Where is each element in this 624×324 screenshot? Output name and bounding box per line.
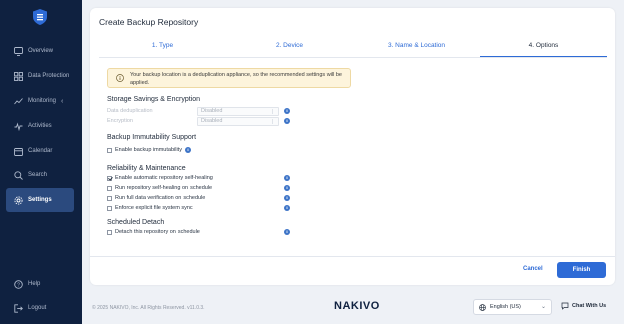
sidebar-item-monitoring[interactable]: Monitoring ‹: [6, 90, 74, 112]
sidebar-item-data-protection[interactable]: Data Protection: [6, 65, 74, 87]
logout-icon: [13, 303, 23, 313]
info-icon[interactable]: i: [284, 108, 290, 114]
detach-section-title: Scheduled Detach: [107, 219, 165, 226]
sidebar-item-label: Help: [28, 281, 41, 287]
footer-divider: [90, 256, 615, 257]
verification-row[interactable]: Run full data verification on schedule: [107, 194, 205, 202]
encryption-label: Encryption: [107, 118, 133, 124]
globe-icon: [479, 303, 486, 311]
schedule-link[interactable]: schedule: [183, 195, 205, 201]
self-healing-schedule-row[interactable]: Run repository self-healing on schedule: [107, 184, 212, 192]
wizard-steps: 1. Type 2. Device 3. Name & Location 4. …: [99, 41, 607, 58]
dedup-label: Data deduplication: [107, 108, 153, 114]
info-icon[interactable]: i: [284, 195, 290, 201]
sidebar-item-label: Data Protection: [28, 73, 70, 79]
fs-sync-label: Enforce explicit file system sync: [115, 205, 193, 211]
help-icon: ?: [13, 279, 23, 289]
monitor-icon: [13, 46, 23, 56]
sidebar-item-overview[interactable]: Overview: [6, 40, 74, 62]
steps-divider: [99, 57, 607, 58]
immutability-checkbox-row[interactable]: Enable backup immutability i: [107, 146, 191, 154]
language-value: English (US): [490, 304, 521, 310]
self-healing-row[interactable]: Enable automatic repository self-healing: [107, 174, 213, 182]
dedup-value: Disabled: [201, 108, 223, 114]
self-healing-schedule-label: Run repository self-healing on: [115, 185, 189, 191]
detach-row[interactable]: Detach this repository on schedule: [107, 228, 200, 236]
sidebar-item-label: Search: [28, 172, 48, 178]
sidebar-item-label: Overview: [28, 48, 54, 54]
info-circle-icon: [116, 74, 124, 82]
sidebar: Overview Data Protection Monitoring ‹ Ac…: [0, 0, 82, 324]
self-healing-label: Enable automatic repository self-healing: [115, 175, 213, 181]
immutability-section-title: Backup Immutability Support: [107, 134, 197, 141]
detach-checkbox[interactable]: [107, 229, 112, 235]
notice-banner: Your backup location is a deduplication …: [107, 68, 351, 88]
fs-sync-checkbox[interactable]: [107, 205, 112, 211]
svg-text:?: ?: [17, 282, 20, 288]
sidebar-item-label: Logout: [28, 305, 47, 311]
chat-label: Chat With Us: [572, 303, 607, 309]
sidebar-item-settings[interactable]: Settings: [6, 188, 74, 212]
sidebar-item-logout[interactable]: Logout: [6, 297, 74, 319]
chevron-down-icon: ⌄: [540, 304, 546, 310]
step-options[interactable]: 4. Options: [480, 41, 607, 58]
verification-label: Run full data verification on: [115, 195, 182, 201]
wizard-card: Create Backup Repository 1. Type 2. Devi…: [90, 8, 615, 285]
sidebar-item-activities[interactable]: Activities: [6, 115, 74, 137]
shield-logo-icon: [33, 9, 47, 25]
info-icon[interactable]: i: [284, 118, 290, 124]
chevron-left-icon: ‹: [61, 97, 64, 105]
info-icon[interactable]: i: [184, 147, 191, 153]
chat-icon: [561, 302, 569, 310]
step-type[interactable]: 1. Type: [99, 41, 226, 58]
grid-icon: [13, 71, 23, 81]
info-icon[interactable]: i: [284, 205, 290, 211]
language-select[interactable]: English (US) ⌄: [473, 299, 552, 315]
detach-label: Detach this repository on: [115, 229, 176, 235]
info-icon[interactable]: i: [284, 185, 290, 191]
calendar-icon: [13, 146, 23, 156]
activity-icon: [13, 121, 23, 131]
sidebar-item-search[interactable]: Search: [6, 164, 74, 186]
brand-logo: NAKIVO: [334, 300, 380, 312]
copyright-text: © 2025 NAKIVO, Inc. All Rights Reserved.…: [92, 305, 205, 311]
finish-button[interactable]: Finish: [557, 262, 606, 278]
sidebar-item-label: Calendar: [28, 148, 53, 154]
dropdown-arrow-icon: [272, 119, 276, 124]
sidebar-item-label: Activities: [28, 123, 52, 129]
immutability-label: Enable backup immutability: [115, 147, 182, 153]
dropdown-arrow-icon: [272, 109, 276, 114]
step-name-location[interactable]: 3. Name & Location: [353, 41, 480, 58]
info-icon[interactable]: i: [284, 229, 290, 235]
verification-checkbox[interactable]: [107, 195, 112, 201]
step-device[interactable]: 2. Device: [226, 41, 353, 58]
dedup-select[interactable]: Disabled: [197, 107, 279, 116]
sidebar-item-calendar[interactable]: Calendar: [6, 140, 74, 162]
sidebar-item-label: Monitoring: [28, 98, 57, 104]
sidebar-item-label: Settings: [28, 197, 52, 203]
self-healing-checkbox[interactable]: [107, 175, 112, 181]
trend-icon: [13, 96, 23, 106]
sidebar-item-help[interactable]: ? Help: [6, 273, 74, 295]
schedule-link[interactable]: schedule: [190, 185, 212, 191]
self-healing-schedule-checkbox[interactable]: [107, 185, 112, 191]
fs-sync-row[interactable]: Enforce explicit file system sync: [107, 204, 193, 212]
encryption-select[interactable]: Disabled: [197, 117, 279, 126]
reliability-section-title: Reliability & Maintenance: [107, 165, 186, 172]
notice-text: Your backup location is a deduplication …: [130, 72, 342, 86]
immutability-checkbox[interactable]: [107, 147, 112, 153]
chat-with-us-button[interactable]: Chat With Us: [561, 302, 606, 310]
search-icon: [13, 170, 23, 180]
encryption-value: Disabled: [201, 118, 223, 124]
schedule-link[interactable]: schedule: [178, 229, 200, 235]
storage-section-title: Storage Savings & Encryption: [107, 96, 200, 103]
cancel-button[interactable]: Cancel: [523, 266, 543, 272]
wizard-title: Create Backup Repository: [99, 17, 199, 27]
gear-icon: [13, 195, 23, 205]
info-icon[interactable]: i: [284, 175, 290, 181]
